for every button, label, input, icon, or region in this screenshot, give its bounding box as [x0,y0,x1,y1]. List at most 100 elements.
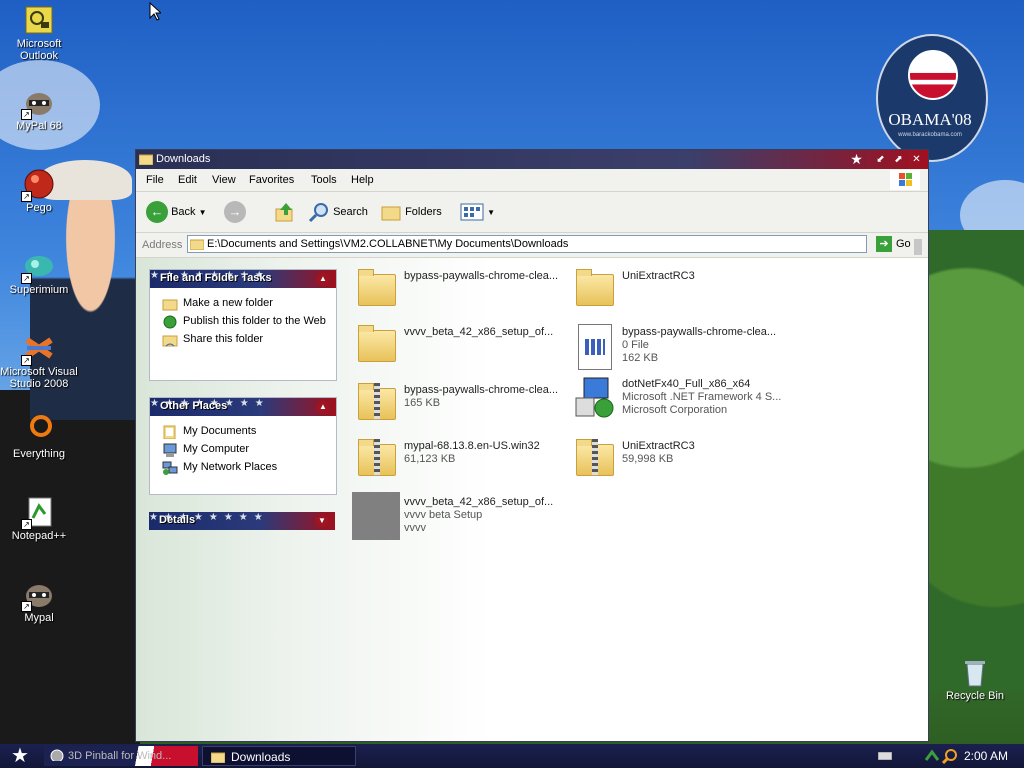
content-area: ★★★★★★★★ File and Folder Tasks ▲ Make a … [136,258,928,741]
up-folder-button[interactable] [274,201,296,223]
folders-button[interactable]: Folders [380,201,442,223]
obama-logo-url: www.barackobama.com [898,132,962,138]
go-button[interactable]: ➔ Go [876,235,911,253]
taskbar-item-pinball[interactable]: 3D Pinball for Wind... [44,746,198,766]
network-places-icon [162,461,178,475]
file-name: dotNetFx40_Full_x86_x64 [622,378,751,390]
desktop-icon-outlook[interactable]: Microsoft Outlook [0,4,78,62]
place-my-computer[interactable]: My Computer [150,440,336,458]
file-name: vvvv_beta_42_x86_setup_of... [404,326,554,338]
address-value: E:\Documents and Settings\VM2.COLLABNET\… [207,238,569,250]
search-label: Search [333,206,368,218]
panel-header[interactable]: ★★★★★★★★ Other Places ▲ [150,398,336,416]
collapse-chevron-icon[interactable]: ▲ [316,272,330,286]
start-button[interactable]: ★ [0,744,40,768]
clock[interactable]: 2:00 AM [964,749,1008,763]
menu-file[interactable]: File [146,174,164,186]
window-title: Downloads [156,153,211,165]
star-icon: ★ [11,745,29,767]
back-button[interactable]: ← Back ▼ [146,201,207,224]
zip-folder-icon [352,380,400,428]
task-label: Share this folder [183,333,264,345]
desktop-icon-visual-studio[interactable]: ↗ Microsoft Visual Studio 2008 [0,332,78,390]
file-item[interactable]: dotNetFx40_Full_x86_x64 Microsoft .NET F… [570,372,788,426]
obama-logo: OBAMA'08 www.barackobama.com [876,34,988,162]
details-panel: ★★★★★★★★ Details ▼ [149,512,335,530]
folders-label: Folders [405,206,442,218]
menu-view[interactable]: View [212,174,236,186]
minimize-button[interactable]: ⬋ [874,153,887,166]
network-tray-icon[interactable] [924,748,940,764]
search-button[interactable]: Search [308,201,368,223]
panel-header[interactable]: ★★★★★★★★ File and Folder Tasks ▲ [150,270,336,288]
file-folder-tasks-panel: ★★★★★★★★ File and Folder Tasks ▲ Make a … [149,269,337,381]
desktop-icon-label: Everything [13,448,65,460]
keyboard-icon[interactable] [878,752,892,760]
wallpaper-trees [928,230,1024,690]
menu-bar: File Edit View Favorites Tools Help [136,169,928,192]
menu-tools[interactable]: Tools [311,174,337,186]
collapse-chevron-icon[interactable]: ▲ [316,400,330,414]
desktop-icon-label: MyPal 68 [16,120,62,132]
place-my-network[interactable]: My Network Places [150,458,336,476]
file-item[interactable]: bypass-paywalls-chrome-clea... 0 File 16… [570,320,788,374]
file-detail-1: vvvv beta Setup [404,509,483,521]
file-item[interactable]: UniExtractRC3 [570,264,788,318]
desktop-icon-mypal68[interactable]: ↗ MyPal 68 [0,86,78,132]
file-item[interactable]: bypass-paywalls-chrome-clea... [352,264,570,318]
desktop-icon-mypal[interactable]: ↗ Mypal [0,578,78,624]
menu-help[interactable]: Help [351,174,374,186]
place-my-documents[interactable]: My Documents [150,422,336,440]
desktop-icon-superimium[interactable]: ↗ Superimium [0,250,78,296]
file-item[interactable]: vvvv_beta_42_x86_setup_of... [352,320,570,374]
shortcut-arrow-icon: ↗ [21,273,32,284]
shortcut-arrow-icon: ↗ [21,191,32,202]
task-make-folder[interactable]: Make a new folder [150,294,336,312]
file-item[interactable]: mypal-68.13.8.en-US.win32 61,123 KB [352,434,570,488]
shortcut-arrow-icon: ↗ [21,355,32,366]
folder-icon [139,154,153,165]
desktop-icon-notepadpp[interactable]: ↗ Notepad++ [0,496,78,542]
panel-header[interactable]: ★★★★★★★★ Details ▼ [149,512,335,530]
panel-title: File and Folder Tasks [160,272,272,284]
new-folder-icon [162,299,178,311]
file-item[interactable]: bypass-paywalls-chrome-clea... 165 KB [352,378,570,432]
explorer-window: Downloads ★ ⬋ ⬈ ✕ File Edit View Favorit… [135,149,929,742]
search-tray-icon[interactable] [942,748,958,764]
views-button[interactable]: ▼ [460,201,495,223]
file-name: vvvv_beta_42_x86_setup_of... [404,496,554,508]
notepad-icon: ↗ [21,496,55,530]
desktop-icon-label: Mypal [24,612,54,624]
menu-favorites[interactable]: Favorites [249,174,294,186]
close-button[interactable]: ✕ [910,153,923,166]
task-share-folder[interactable]: Share this folder [150,330,336,348]
file-item[interactable]: UniExtractRC3 59,998 KB [570,434,788,488]
desktop-icon-everything[interactable]: Everything [0,414,78,460]
window-titlebar[interactable]: Downloads ★ ⬋ ⬈ ✕ [136,150,928,169]
task-publish-folder[interactable]: Publish this folder to the Web [150,312,336,330]
views-icon [460,203,484,221]
task-label: Make a new folder [183,297,273,309]
other-places-panel: ★★★★★★★★ Other Places ▲ My Documents My … [149,397,337,495]
raccoon-icon: ↗ [21,86,55,120]
obama-logo-emblem [908,50,958,100]
forward-button[interactable]: → [224,201,246,224]
desktop-icon-recycle-bin[interactable]: Recycle Bin [936,656,1014,702]
maximize-button[interactable]: ⬈ [892,153,905,166]
back-arrow-icon: ← [146,201,168,224]
taskbar-item-downloads[interactable]: Downloads [202,746,356,766]
star-icon: ★ [850,151,863,167]
expand-chevron-icon[interactable]: ▼ [315,514,329,528]
file-name: bypass-paywalls-chrome-clea... [404,270,559,282]
address-input[interactable]: E:\Documents and Settings\VM2.COLLABNET\… [187,235,922,255]
zip-folder-icon [352,436,400,484]
place-label: My Documents [183,425,257,437]
desktop-icon-pego[interactable]: ↗ Pego [0,168,78,214]
place-label: My Computer [183,443,250,455]
menu-edit[interactable]: Edit [178,174,197,186]
file-name: UniExtractRC3 [622,270,695,282]
folder-icon [211,752,225,763]
search-icon [308,203,328,223]
file-item[interactable]: vvvv_beta_42_x86_setup_of... vvvv beta S… [352,490,570,544]
address-dropdown-button[interactable] [914,239,922,255]
